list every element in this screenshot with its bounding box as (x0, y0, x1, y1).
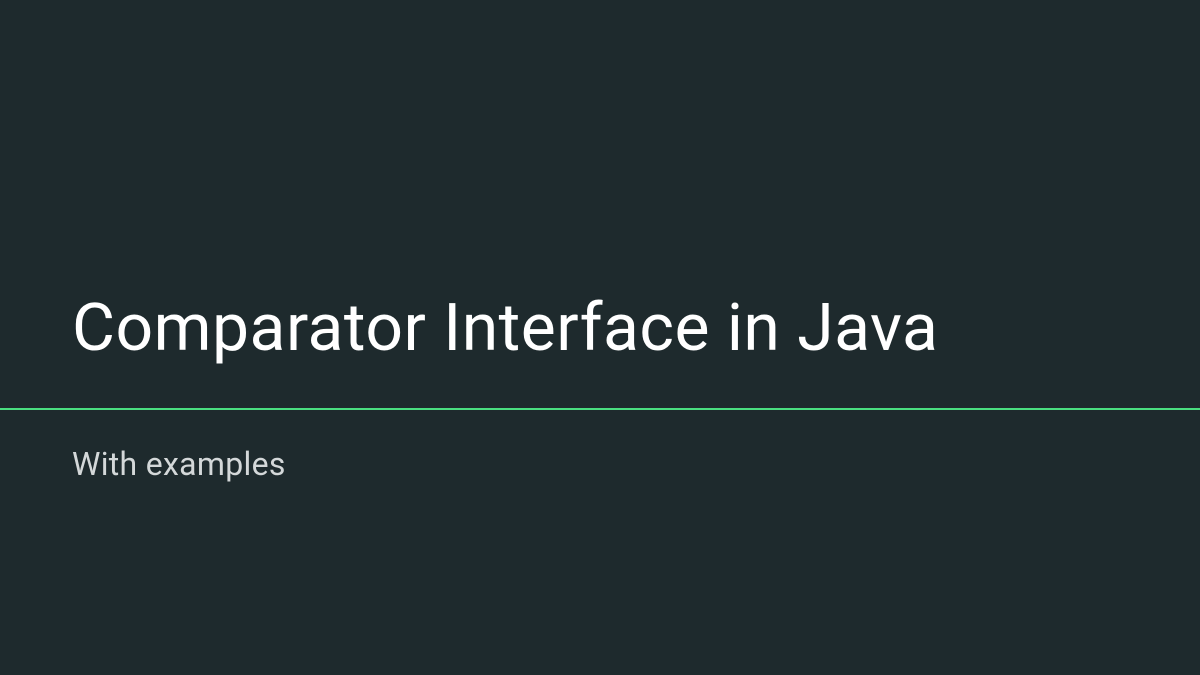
title-divider (0, 408, 1200, 410)
slide-subtitle: With examples (72, 445, 286, 483)
slide-container: Comparator Interface in Java With exampl… (0, 0, 1200, 675)
slide-title: Comparator Interface in Java (72, 290, 938, 367)
